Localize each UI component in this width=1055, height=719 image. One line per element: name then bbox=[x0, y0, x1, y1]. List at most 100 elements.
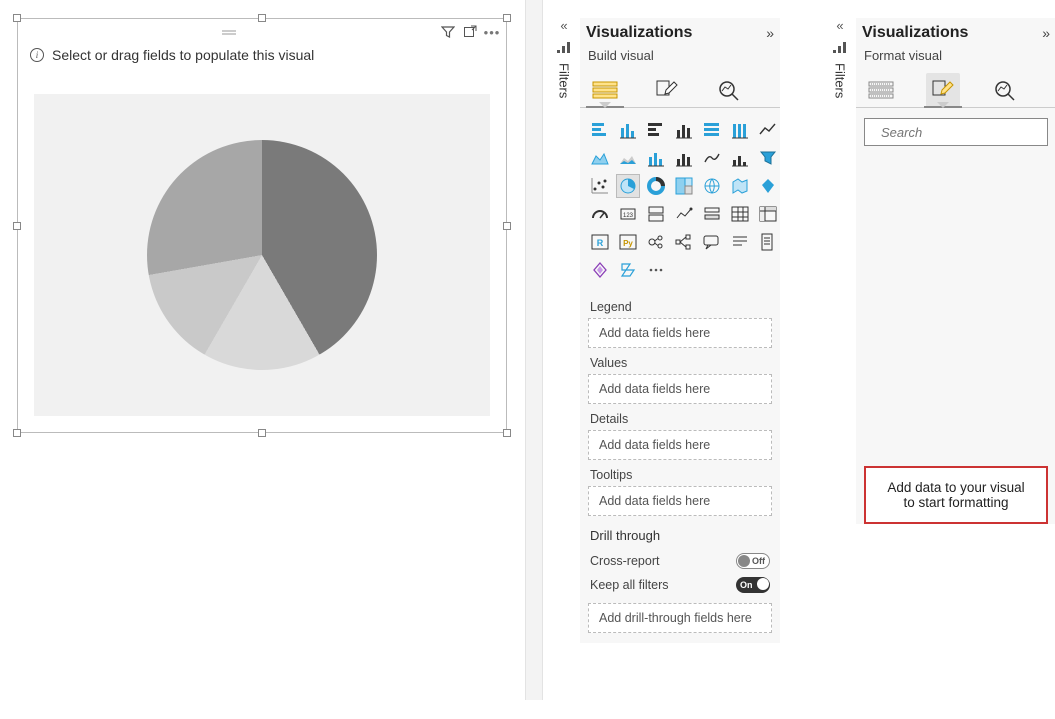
tab-format-visual[interactable] bbox=[926, 73, 960, 107]
well-drop-values[interactable]: Add data fields here bbox=[588, 374, 772, 404]
placeholder-pie-chart bbox=[147, 140, 377, 370]
visual-type-map[interactable] bbox=[700, 174, 724, 198]
filters-pane-label: Filters bbox=[833, 63, 848, 98]
resize-handle[interactable] bbox=[13, 429, 21, 437]
visual-type-multi-row-card[interactable] bbox=[644, 202, 668, 226]
visual-type-clustered-column[interactable] bbox=[672, 118, 696, 142]
more-options-icon[interactable]: ••• bbox=[484, 24, 500, 40]
keep-all-filters-label: Keep all filters bbox=[590, 578, 669, 592]
cross-report-toggle[interactable]: Off bbox=[736, 553, 770, 569]
visual-type-python-visual[interactable]: Py bbox=[616, 230, 640, 254]
resize-handle[interactable] bbox=[503, 222, 511, 230]
resize-handle[interactable] bbox=[503, 429, 511, 437]
well-label-tooltips: Tooltips bbox=[590, 468, 772, 482]
visual-type-clustered-bar[interactable] bbox=[644, 118, 668, 142]
format-empty-message: Add data to your visual to start formatt… bbox=[864, 466, 1048, 524]
filters-icon bbox=[556, 39, 572, 53]
tab-analytics[interactable] bbox=[988, 73, 1022, 107]
well-drop-details[interactable]: Add data fields here bbox=[588, 430, 772, 460]
resize-handle[interactable] bbox=[13, 222, 21, 230]
visual-type-qa[interactable] bbox=[700, 230, 724, 254]
format-search[interactable] bbox=[864, 118, 1048, 146]
visual-type-more[interactable] bbox=[644, 258, 668, 282]
visual-placeholder-message: Select or drag fields to populate this v… bbox=[52, 47, 314, 63]
filter-icon[interactable] bbox=[440, 24, 456, 40]
visual-type-stacked-area[interactable] bbox=[616, 146, 640, 170]
svg-text:Py: Py bbox=[623, 239, 633, 248]
visual-type-smart-narrative[interactable] bbox=[728, 230, 752, 254]
svg-text:R: R bbox=[597, 238, 604, 248]
canvas-scrollbar[interactable] bbox=[525, 0, 543, 700]
well-label-values: Values bbox=[590, 356, 772, 370]
panel-title: Visualizations bbox=[586, 24, 692, 42]
visualizations-pane-format: Visualizations » Format visual Add data … bbox=[856, 18, 1055, 524]
well-label-details: Details bbox=[590, 412, 772, 426]
visual-type-decomposition-tree[interactable] bbox=[672, 230, 696, 254]
visual-type-area[interactable] bbox=[588, 146, 612, 170]
resize-handle[interactable] bbox=[13, 14, 21, 22]
visual-type-power-apps[interactable] bbox=[588, 258, 612, 282]
visual-type-line-clustered-column[interactable] bbox=[672, 146, 696, 170]
visual-type-line-stacked-column[interactable] bbox=[644, 146, 668, 170]
visual-gallery: 123 R Py bbox=[580, 108, 780, 288]
visual-type-ribbon[interactable] bbox=[700, 146, 724, 170]
keep-all-filters-toggle[interactable]: On bbox=[736, 577, 770, 593]
visualizations-pane-build: Visualizations » Build visual 123 R Py Leg… bbox=[580, 18, 780, 643]
visual-type-donut[interactable] bbox=[644, 174, 668, 198]
resize-handle[interactable] bbox=[503, 14, 511, 22]
well-label-legend: Legend bbox=[590, 300, 772, 314]
visual-type-table[interactable] bbox=[728, 202, 752, 226]
panel-subtitle: Format visual bbox=[856, 46, 1055, 69]
visual-type-pie[interactable] bbox=[616, 174, 640, 198]
visual-type-funnel[interactable] bbox=[756, 146, 780, 170]
visual-grip-handle[interactable] bbox=[24, 25, 434, 40]
collapse-pane-icon[interactable]: » bbox=[766, 25, 774, 41]
cross-report-label: Cross-report bbox=[590, 554, 659, 568]
visual-type-filled-map[interactable] bbox=[728, 174, 752, 198]
report-canvas[interactable]: ••• i Select or drag fields to populate … bbox=[0, 0, 525, 719]
resize-handle[interactable] bbox=[258, 14, 266, 22]
well-drop-legend[interactable]: Add data fields here bbox=[588, 318, 772, 348]
focus-mode-icon[interactable] bbox=[462, 24, 478, 40]
format-search-input[interactable] bbox=[879, 124, 1055, 141]
visual-body bbox=[34, 94, 490, 416]
visual-type-matrix[interactable] bbox=[756, 202, 780, 226]
visual-type-r-visual[interactable]: R bbox=[588, 230, 612, 254]
visual-type-power-automate[interactable] bbox=[616, 258, 640, 282]
tab-build-visual[interactable] bbox=[864, 73, 898, 107]
visual-type-treemap[interactable] bbox=[672, 174, 696, 198]
resize-handle[interactable] bbox=[258, 429, 266, 437]
filters-pane-label: Filters bbox=[557, 63, 572, 98]
visual-type-stacked-bar[interactable] bbox=[588, 118, 612, 142]
visual-type-slicer[interactable] bbox=[700, 202, 724, 226]
visual-placeholder[interactable]: ••• i Select or drag fields to populate … bbox=[17, 18, 507, 433]
visual-type-100-stacked-bar[interactable] bbox=[700, 118, 724, 142]
visual-type-kpi[interactable] bbox=[672, 202, 696, 226]
panel-title: Visualizations bbox=[862, 24, 968, 42]
well-drop-tooltips[interactable]: Add data fields here bbox=[588, 486, 772, 516]
tab-analytics[interactable] bbox=[712, 73, 746, 107]
visual-type-key-influencers[interactable] bbox=[644, 230, 668, 254]
tab-format-visual[interactable] bbox=[650, 73, 684, 107]
visual-type-waterfall[interactable] bbox=[728, 146, 752, 170]
info-icon: i bbox=[30, 48, 44, 62]
panel-subtitle: Build visual bbox=[580, 46, 780, 69]
filters-pane-collapsed[interactable]: « Filters bbox=[550, 18, 578, 98]
visual-type-line[interactable] bbox=[756, 118, 780, 142]
visual-type-azure-map[interactable] bbox=[756, 174, 780, 198]
well-drop-drillthrough[interactable]: Add drill-through fields here bbox=[588, 603, 772, 633]
drill-through-header: Drill through bbox=[590, 528, 772, 543]
filters-pane-collapsed[interactable]: « Filters bbox=[826, 18, 854, 98]
svg-text:123: 123 bbox=[623, 213, 634, 219]
expand-left-icon[interactable]: « bbox=[836, 18, 843, 33]
expand-left-icon[interactable]: « bbox=[560, 18, 567, 33]
filters-icon bbox=[832, 39, 848, 53]
visual-type-card[interactable]: 123 bbox=[616, 202, 640, 226]
visual-type-stacked-column[interactable] bbox=[616, 118, 640, 142]
visual-type-100-stacked-column[interactable] bbox=[728, 118, 752, 142]
visual-type-gauge[interactable] bbox=[588, 202, 612, 226]
visual-type-scatter[interactable] bbox=[588, 174, 612, 198]
visual-type-paginated-report[interactable] bbox=[756, 230, 780, 254]
tab-build-visual[interactable] bbox=[588, 73, 622, 107]
collapse-pane-icon[interactable]: » bbox=[1042, 25, 1050, 41]
